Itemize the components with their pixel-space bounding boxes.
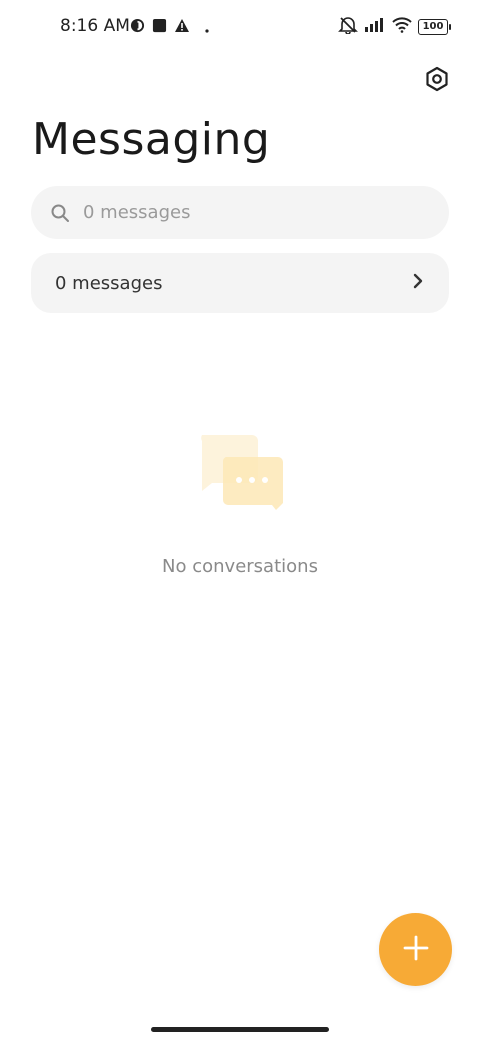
square-icon [152,18,167,37]
settings-button[interactable] [422,66,452,96]
page-title: Messaging [32,114,271,165]
search-input[interactable] [81,201,415,224]
battery-icon: 100 [418,19,451,35]
warning-icon [174,18,190,37]
hexagon-gear-icon [424,66,450,96]
status-right-icons: 100 [338,16,451,38]
chat-bubbles-icon [196,433,286,513]
chevron-right-icon [411,272,425,294]
messages-row[interactable]: 0 messages [31,253,449,313]
messages-row-label: 0 messages [55,272,163,294]
messaging-screen: 8:16 AM 100 Messaging 0 messages 0 messa… [0,0,480,1040]
search-bar[interactable] [31,186,449,239]
dot-icon [205,18,209,37]
mute-icon [338,16,358,38]
signal-icon [364,17,386,37]
status-time: 8:16 AM [60,16,130,36]
plus-icon [402,934,430,966]
status-left-icons [130,18,209,37]
circle-half-icon [130,18,145,37]
navigation-handle[interactable] [151,1027,329,1032]
new-conversation-button[interactable] [379,913,452,986]
wifi-icon [392,17,412,37]
status-bar: 8:16 AM 100 [0,0,480,56]
empty-state-text: No conversations [162,556,318,577]
search-icon [49,202,71,224]
